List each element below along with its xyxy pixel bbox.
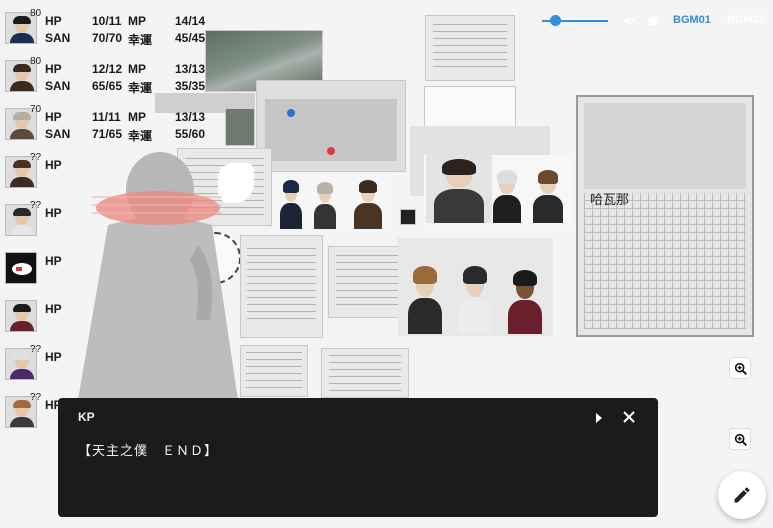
pencil-icon: [734, 487, 750, 503]
luck-value: 45/45: [175, 31, 206, 45]
volume-slider-thumb[interactable]: [550, 15, 562, 26]
character-row[interactable]: 80 HP 10/11 MP 14/14 SAN 70/70 幸運 45/45: [5, 8, 210, 52]
scene-image-group-portrait: [272, 175, 390, 230]
character-row[interactable]: 70 HP 11/11 MP 13/13 SAN 71/65 幸運 55/60: [5, 104, 210, 148]
map-label: 哈瓦那: [590, 193, 630, 208]
speaker-name: KP: [78, 410, 95, 424]
scene-image-book-left: [240, 235, 323, 338]
level-badge: 70: [30, 104, 42, 115]
mp-value: 14/14: [175, 14, 206, 28]
scene-image-tiny-aerial: [225, 108, 255, 146]
san-value: 70/70: [92, 31, 123, 45]
bgm-tab-2[interactable]: BGM02: [727, 14, 765, 26]
level-badge: ??: [30, 200, 42, 211]
hp-label: HP: [45, 302, 62, 316]
mp-value: 13/13: [175, 62, 206, 76]
scene-image-note-bottom: [321, 348, 409, 398]
statue-image: [78, 152, 238, 400]
hp-value: 10/11: [92, 14, 122, 28]
scene-image-havana-map: 哈瓦那: [576, 95, 754, 337]
luck-value: 55/60: [175, 127, 206, 141]
hp-label: HP: [45, 158, 62, 172]
san-value: 65/65: [92, 79, 123, 93]
close-icon[interactable]: [621, 409, 637, 425]
mp-label: MP: [128, 14, 146, 28]
hp-label: HP: [45, 254, 62, 268]
scene-image-small-icon: [400, 209, 416, 225]
scene-image-note-bottom-left: [240, 345, 308, 397]
zoom-in-icon: [734, 433, 747, 446]
character-row[interactable]: ?? HP: [5, 200, 75, 244]
message-box[interactable]: KP 【天主之僕 ＥＮＤ】: [58, 398, 658, 517]
hp-label: HP: [45, 206, 62, 220]
character-row[interactable]: ?? HP: [5, 152, 75, 196]
edit-button[interactable]: [718, 471, 766, 519]
luck-value: 35/35: [175, 79, 206, 93]
zoom-in-icon: [734, 362, 747, 375]
luck-label: 幸運: [128, 81, 153, 95]
play-arrow-icon[interactable]: [594, 412, 604, 424]
level-badge: ??: [30, 152, 42, 163]
san-label: SAN: [45, 79, 71, 93]
game-stage: 哈瓦那 80 HP 10/11 MP 14/14 SAN 70/70 幸運 45…: [0, 0, 773, 528]
luck-label: 幸運: [128, 129, 153, 143]
avatar[interactable]: [5, 252, 37, 284]
character-row[interactable]: HP: [5, 300, 75, 340]
level-badge: ??: [30, 392, 42, 403]
hp-value: 12/12: [92, 62, 123, 76]
character-row[interactable]: HP: [5, 252, 75, 292]
character-row[interactable]: 80 HP 12/12 MP 13/13 SAN 65/65 幸運 35/35: [5, 56, 210, 100]
scene-image-map-screenshot: [256, 80, 406, 172]
record-dot-icon[interactable]: [648, 16, 658, 26]
luck-label: 幸運: [128, 33, 153, 47]
level-badge: 80: [30, 56, 42, 67]
hp-label: HP: [45, 350, 62, 364]
message-text: 【天主之僕 ＥＮＤ】: [78, 443, 219, 458]
mp-label: MP: [128, 62, 146, 76]
character-row[interactable]: ?? HP: [5, 344, 75, 388]
level-badge: 80: [30, 8, 42, 19]
scene-image-letter: [425, 15, 515, 81]
zoom-in-button[interactable]: [729, 357, 751, 379]
bgm-tab-1[interactable]: BGM01: [673, 14, 711, 26]
level-badge: ??: [30, 344, 42, 355]
hp-label: HP: [45, 110, 62, 124]
san-label: SAN: [45, 127, 71, 141]
volume-off-icon[interactable]: [622, 14, 636, 28]
hp-value: 11/11: [92, 110, 121, 124]
zoom-in-button-2[interactable]: [729, 428, 751, 450]
avatar[interactable]: [5, 300, 37, 332]
mp-value: 13/13: [175, 110, 206, 124]
san-value: 71/65: [92, 127, 123, 141]
scene-image-priests: [398, 238, 553, 336]
mp-label: MP: [128, 110, 146, 124]
hp-label: HP: [45, 14, 62, 28]
san-label: SAN: [45, 31, 71, 45]
hp-label: HP: [45, 62, 62, 76]
scene-image-three-characters: [424, 155, 572, 225]
